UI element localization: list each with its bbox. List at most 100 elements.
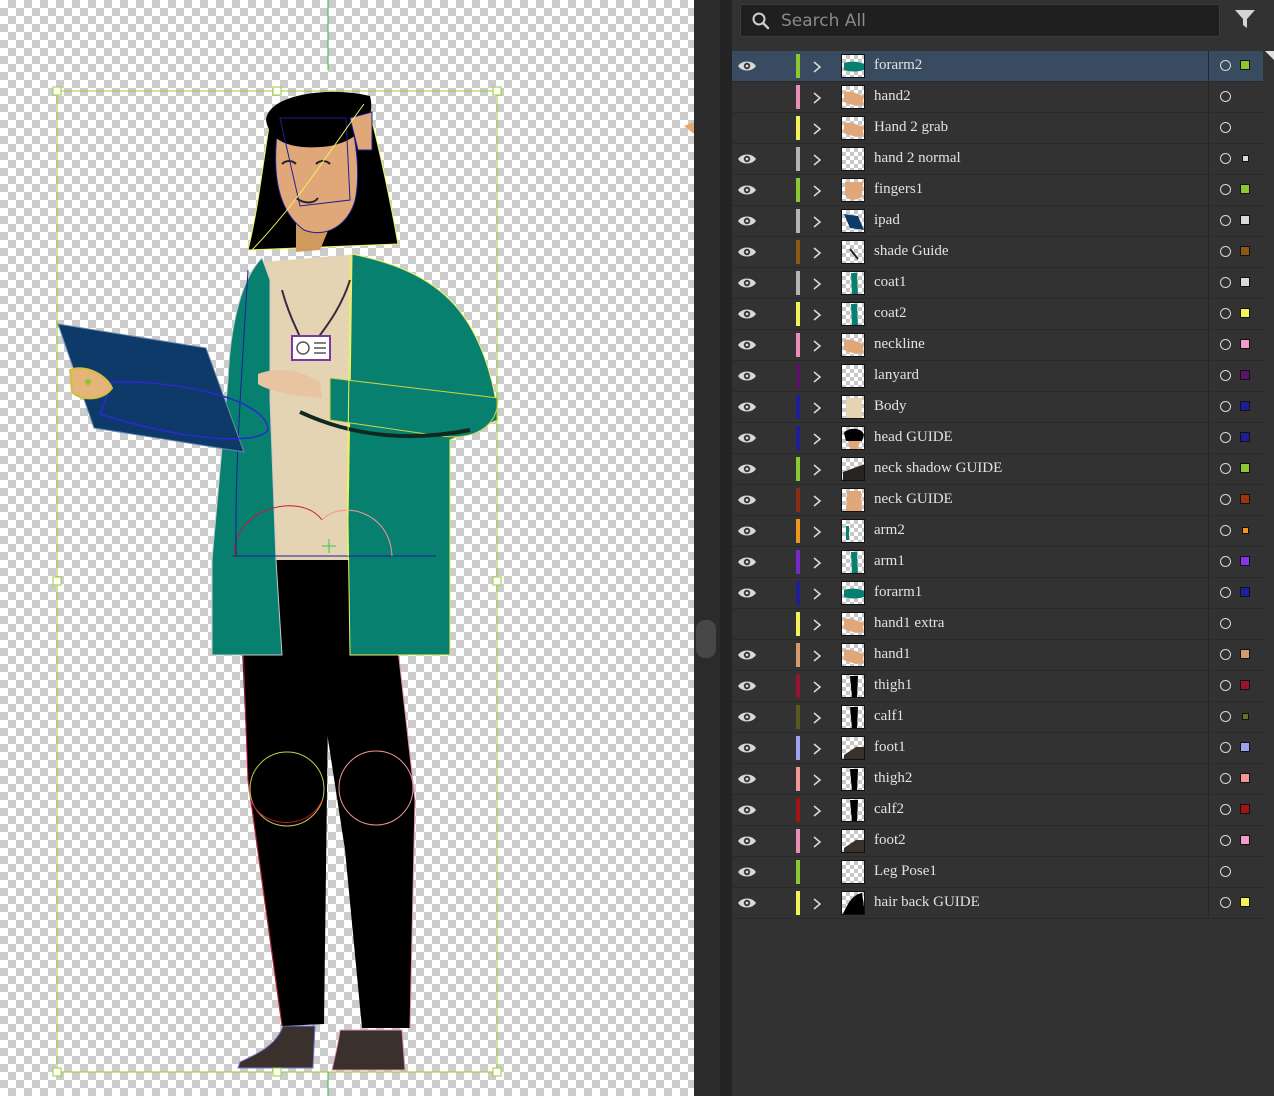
layer-row-foot1[interactable]: foot1 [732, 733, 1263, 764]
layer-row-hand1-extra[interactable]: hand1 extra [732, 609, 1263, 640]
eye-icon[interactable] [737, 244, 757, 260]
selection-color-swatch[interactable] [1240, 246, 1250, 256]
eye-toggle-hidden[interactable] [737, 616, 757, 632]
circle-target-icon[interactable] [1220, 308, 1231, 319]
eye-icon[interactable] [737, 523, 757, 539]
layer-row-head-guide[interactable]: head GUIDE [732, 423, 1263, 454]
eye-icon[interactable] [737, 554, 757, 570]
circle-target-icon[interactable] [1220, 401, 1231, 412]
selection-color-swatch[interactable] [1240, 494, 1250, 504]
eye-icon[interactable] [737, 368, 757, 384]
chevron-right-icon[interactable] [812, 896, 822, 910]
layer-row-fingers1[interactable]: fingers1 [732, 175, 1263, 206]
circle-target-icon[interactable] [1220, 370, 1231, 381]
chevron-right-icon[interactable] [812, 276, 822, 290]
selection-color-swatch[interactable] [1240, 308, 1250, 318]
chevron-right-icon[interactable] [812, 183, 822, 197]
chevron-right-icon[interactable] [812, 245, 822, 259]
chevron-right-icon[interactable] [812, 741, 822, 755]
selection-color-swatch[interactable] [1240, 587, 1250, 597]
layer-row-leg-pose1[interactable]: Leg Pose1 [732, 857, 1263, 888]
eye-icon[interactable] [737, 585, 757, 601]
layer-row-arm2[interactable]: arm2 [732, 516, 1263, 547]
chevron-right-icon[interactable] [812, 369, 822, 383]
splitter-grip-handle[interactable] [696, 620, 716, 658]
eye-icon[interactable] [737, 275, 757, 291]
layer-row-forarm2[interactable]: forarm2 [732, 51, 1263, 82]
layer-row-foot2[interactable]: foot2 [732, 826, 1263, 857]
circle-target-icon[interactable] [1220, 618, 1231, 629]
eye-toggle-hidden[interactable] [737, 120, 757, 136]
layer-row-hand-2-grab[interactable]: Hand 2 grab [732, 113, 1263, 144]
circle-target-icon[interactable] [1220, 277, 1231, 288]
search-box[interactable] [740, 4, 1220, 37]
eye-icon[interactable] [737, 58, 757, 74]
circle-target-icon[interactable] [1220, 60, 1231, 71]
chevron-right-icon[interactable] [812, 555, 822, 569]
eye-icon[interactable] [737, 337, 757, 353]
selection-color-swatch[interactable] [1240, 277, 1250, 287]
layer-row-forarm1[interactable]: forarm1 [732, 578, 1263, 609]
selection-color-swatch[interactable] [1240, 649, 1250, 659]
circle-target-icon[interactable] [1220, 773, 1231, 784]
selection-color-swatch[interactable] [1242, 713, 1249, 720]
circle-target-icon[interactable] [1220, 494, 1231, 505]
chevron-right-icon[interactable] [812, 586, 822, 600]
selection-color-swatch[interactable] [1240, 835, 1250, 845]
selection-color-swatch[interactable] [1240, 370, 1250, 380]
circle-target-icon[interactable] [1220, 835, 1231, 846]
selection-color-swatch[interactable] [1240, 215, 1250, 225]
circle-target-icon[interactable] [1220, 525, 1231, 536]
chevron-right-icon[interactable] [812, 59, 822, 73]
selection-color-swatch[interactable] [1240, 432, 1250, 442]
chevron-right-icon[interactable] [812, 338, 822, 352]
eye-icon[interactable] [737, 864, 757, 880]
layer-row-neck-guide[interactable]: neck GUIDE [732, 485, 1263, 516]
circle-target-icon[interactable] [1220, 556, 1231, 567]
chevron-right-icon[interactable] [812, 772, 822, 786]
eye-icon[interactable] [737, 647, 757, 663]
eye-icon[interactable] [737, 802, 757, 818]
artboard-canvas[interactable] [0, 0, 694, 1096]
eye-icon[interactable] [737, 492, 757, 508]
chevron-right-icon[interactable] [812, 400, 822, 414]
circle-target-icon[interactable] [1220, 680, 1231, 691]
layer-row-arm1[interactable]: arm1 [732, 547, 1263, 578]
search-input[interactable] [781, 9, 1201, 33]
eye-icon[interactable] [737, 740, 757, 756]
selection-color-swatch[interactable] [1240, 897, 1250, 907]
selection-color-swatch[interactable] [1240, 556, 1250, 566]
layer-row-coat1[interactable]: coat1 [732, 268, 1263, 299]
eye-icon[interactable] [737, 213, 757, 229]
selection-color-swatch[interactable] [1240, 60, 1250, 70]
circle-target-icon[interactable] [1220, 742, 1231, 753]
layer-row-thigh2[interactable]: thigh2 [732, 764, 1263, 795]
layer-row-hair-back-guide[interactable]: hair back GUIDE [732, 888, 1263, 919]
layer-row-neck-shadow-guide[interactable]: neck shadow GUIDE [732, 454, 1263, 485]
layer-row-hand1[interactable]: hand1 [732, 640, 1263, 671]
layer-row-shade-guide[interactable]: shade Guide [732, 237, 1263, 268]
layer-row-thigh1[interactable]: thigh1 [732, 671, 1263, 702]
circle-target-icon[interactable] [1220, 184, 1231, 195]
circle-target-icon[interactable] [1220, 215, 1231, 226]
chevron-right-icon[interactable] [812, 152, 822, 166]
chevron-right-icon[interactable] [812, 493, 822, 507]
eye-icon[interactable] [737, 430, 757, 446]
chevron-right-icon[interactable] [812, 214, 822, 228]
circle-target-icon[interactable] [1220, 804, 1231, 815]
selection-color-swatch[interactable] [1240, 401, 1250, 411]
selection-color-swatch[interactable] [1240, 742, 1250, 752]
chevron-right-icon[interactable] [812, 431, 822, 445]
layer-row-body[interactable]: Body [732, 392, 1263, 423]
selection-color-swatch[interactable] [1240, 804, 1250, 814]
selection-color-swatch[interactable] [1240, 773, 1250, 783]
chevron-right-icon[interactable] [812, 462, 822, 476]
eye-icon[interactable] [737, 895, 757, 911]
chevron-right-icon[interactable] [812, 121, 822, 135]
eye-icon[interactable] [737, 306, 757, 322]
circle-target-icon[interactable] [1220, 649, 1231, 660]
funnel-icon[interactable] [1234, 8, 1256, 30]
eye-icon[interactable] [737, 771, 757, 787]
layer-row-hand2[interactable]: hand2 [732, 82, 1263, 113]
layer-row-hand-2-normal[interactable]: hand 2 normal [732, 144, 1263, 175]
